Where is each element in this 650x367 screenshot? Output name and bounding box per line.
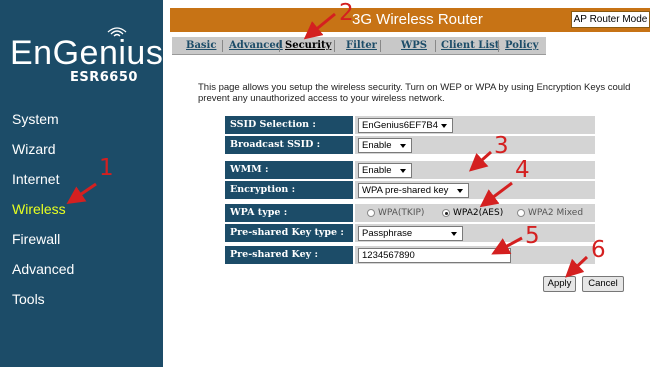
sidebar-item-system[interactable]: System: [12, 108, 152, 138]
apply-button[interactable]: Apply: [543, 276, 576, 292]
form-row-encryption: Encryption : WPA pre-shared key: [225, 181, 595, 199]
radio-button-icon: [517, 209, 525, 217]
psk-type-cell: Passphrase: [355, 224, 595, 242]
wifi-signal-icon: [107, 27, 127, 37]
step-6-number: 6: [591, 237, 606, 263]
radio-button-icon: [367, 209, 375, 217]
form-row-broadcast-ssid: Broadcast SSID : Enable: [225, 136, 595, 154]
chevron-down-icon: [451, 232, 457, 236]
chevron-down-icon: [457, 189, 463, 193]
tab-divider: [380, 40, 381, 52]
wpa-tkip-label: WPA(TKIP): [378, 208, 425, 218]
tab-divider: [435, 40, 436, 52]
wpa2-mixed-label: WPA2 Mixed: [528, 208, 584, 218]
tab-divider: [222, 40, 223, 52]
step-2-number: 2: [339, 0, 354, 26]
psk-type-label: Pre-shared Key type :: [225, 224, 353, 242]
tab-advanced[interactable]: Advanced: [229, 37, 283, 55]
step-5-number: 5: [525, 223, 540, 249]
psk-type-value: Passphrase: [362, 228, 413, 239]
tab-basic[interactable]: Basic: [186, 37, 216, 55]
psk-input[interactable]: 1234567890: [358, 248, 511, 263]
sidebar: EnGenius ESR6650 System Wizard Internet …: [0, 0, 163, 367]
wpa2-aes-radio[interactable]: WPA2(AES): [442, 207, 514, 219]
wpa-type-cell: WPA(TKIP) WPA2(AES) WPA2 Mixed: [355, 204, 595, 222]
tab-security[interactable]: Security: [285, 37, 331, 55]
step-1-number: 1: [99, 155, 114, 181]
model-name: ESR6650: [70, 70, 138, 85]
ssid-selection-cell: EnGenius6EF7B4: [355, 116, 595, 134]
wpa2-aes-label: WPA2(AES): [453, 208, 504, 218]
broadcast-ssid-select[interactable]: Enable: [358, 138, 412, 153]
header-bar: 3G Wireless Router AP Router Mode: [170, 8, 650, 32]
step-4-number: 4: [515, 157, 530, 183]
tab-bar: Basic Advanced Security Filter WPS Clien…: [172, 37, 546, 55]
router-mode-badge: AP Router Mode: [571, 11, 650, 28]
wmm-label: WMM :: [225, 161, 353, 179]
wmm-value: Enable: [362, 165, 392, 176]
tab-policy[interactable]: Policy: [505, 37, 538, 55]
tab-divider: [279, 40, 280, 52]
chevron-down-icon: [400, 169, 406, 173]
ssid-selection-value: EnGenius6EF7B4: [362, 120, 439, 131]
form-row-ssid-selection: SSID Selection : EnGenius6EF7B4: [225, 116, 595, 134]
ssid-selection-label: SSID Selection :: [225, 116, 353, 134]
tab-filter[interactable]: Filter: [346, 37, 377, 55]
engenius-logo: EnGenius: [10, 34, 164, 72]
broadcast-ssid-value: Enable: [362, 140, 392, 151]
form-row-wmm: WMM : Enable: [225, 161, 595, 179]
ssid-selection-select[interactable]: EnGenius6EF7B4: [358, 118, 453, 133]
psk-type-select[interactable]: Passphrase: [358, 226, 463, 241]
encryption-select[interactable]: WPA pre-shared key: [358, 183, 469, 198]
page-title: 3G Wireless Router: [352, 11, 483, 28]
form-row-wpa-type: WPA type : WPA(TKIP) WPA2(AES) WPA2 Mixe…: [225, 204, 595, 222]
encryption-cell: WPA pre-shared key: [355, 181, 595, 199]
tab-client-list[interactable]: Client List: [441, 37, 499, 55]
wmm-cell: Enable: [355, 161, 595, 179]
tab-divider: [334, 40, 335, 52]
psk-cell: 1234567890: [355, 246, 595, 264]
broadcast-ssid-label: Broadcast SSID :: [225, 136, 353, 154]
tab-divider: [498, 40, 499, 52]
page-description: This page allows you setup the wireless …: [198, 82, 631, 104]
wpa-tkip-radio[interactable]: WPA(TKIP): [367, 207, 435, 219]
sidebar-item-internet[interactable]: Internet: [12, 168, 152, 198]
psk-label: Pre-shared Key :: [225, 246, 353, 264]
chevron-down-icon: [400, 144, 406, 148]
sidebar-item-wireless[interactable]: Wireless: [12, 198, 152, 228]
sidebar-nav: System Wizard Internet Wireless Firewall…: [12, 108, 152, 318]
encryption-value: WPA pre-shared key: [362, 185, 449, 196]
wpa2-mixed-radio[interactable]: WPA2 Mixed: [517, 207, 592, 219]
sidebar-item-advanced[interactable]: Advanced: [12, 258, 152, 288]
step-3-number: 3: [494, 133, 509, 159]
tab-wps[interactable]: WPS: [401, 37, 427, 55]
wpa-type-label: WPA type :: [225, 204, 353, 222]
sidebar-item-tools[interactable]: Tools: [12, 288, 152, 318]
sidebar-item-wizard[interactable]: Wizard: [12, 138, 152, 168]
encryption-label: Encryption :: [225, 181, 353, 199]
cancel-button[interactable]: Cancel: [582, 276, 624, 292]
radio-button-icon: [442, 209, 450, 217]
sidebar-item-firewall[interactable]: Firewall: [12, 228, 152, 258]
chevron-down-icon: [441, 124, 447, 128]
broadcast-ssid-cell: Enable: [355, 136, 595, 154]
wmm-select[interactable]: Enable: [358, 163, 412, 178]
